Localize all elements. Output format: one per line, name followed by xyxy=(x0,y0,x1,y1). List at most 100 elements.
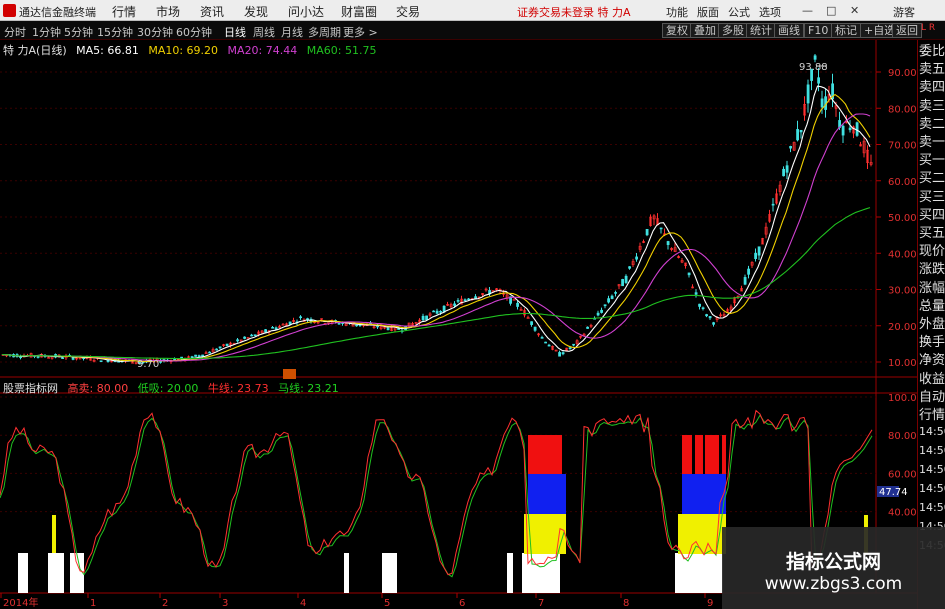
candle-body xyxy=(201,354,205,357)
candle-body xyxy=(841,125,845,136)
date-axis-tick: 8 xyxy=(623,598,629,609)
candle-body xyxy=(516,302,520,307)
sidebar-item[interactable]: 买四 xyxy=(919,208,945,223)
ma10-value: MA10: 69.20 xyxy=(148,44,219,57)
candle-body xyxy=(659,227,663,230)
sidebar-item[interactable]: 卖一 xyxy=(919,135,945,150)
candle-body xyxy=(712,322,716,325)
candle-body xyxy=(425,315,429,321)
sidebar-corner[interactable]: L R xyxy=(921,23,935,33)
candle-body xyxy=(197,355,201,357)
candle-body xyxy=(572,343,576,346)
sidebar-item[interactable]: 买三 xyxy=(919,190,945,205)
candle-body xyxy=(432,310,436,313)
indicator-name[interactable]: 股票指标网 xyxy=(3,382,58,395)
candle-body xyxy=(687,272,691,276)
signal-bar-white xyxy=(507,553,513,593)
sidebar-item[interactable]: 买一 xyxy=(919,153,945,168)
ma60-line xyxy=(1,207,871,360)
candle-body xyxy=(533,326,537,331)
candle-body xyxy=(99,360,103,363)
sidebar-item[interactable]: 总量 xyxy=(919,299,945,314)
candle-body xyxy=(61,357,65,359)
candle-body xyxy=(236,339,240,342)
signal-bar-white xyxy=(18,553,28,593)
candle-body xyxy=(243,336,247,339)
sidebar-item[interactable]: 买五 xyxy=(919,226,945,241)
candle-body xyxy=(771,203,775,206)
candle-body xyxy=(355,324,359,327)
candle-body xyxy=(603,304,607,307)
price-axis-tick: 90.00 xyxy=(888,68,917,79)
sidebar-item[interactable]: 收益 xyxy=(919,372,945,387)
candle-body xyxy=(754,252,758,259)
candle-body xyxy=(698,303,702,307)
sidebar-item[interactable]: 现价 xyxy=(919,244,945,259)
sidebar-time: 14:50 xyxy=(919,463,945,476)
sidebar-item[interactable]: 外盘 xyxy=(919,317,945,332)
candle-body xyxy=(813,55,817,60)
indicator-low-buy: 低吸: 20.00 xyxy=(137,382,199,395)
candle-body xyxy=(855,122,859,136)
candle-body xyxy=(215,348,219,351)
candle-body xyxy=(645,228,649,236)
event-marker-icon[interactable] xyxy=(283,369,296,379)
sidebar-item[interactable]: 卖五 xyxy=(919,62,945,77)
signal-bar-white xyxy=(382,553,397,593)
sidebar-item[interactable]: 买二 xyxy=(919,171,945,186)
candle-body xyxy=(624,275,628,283)
candle-body xyxy=(421,315,425,321)
signal-bar-blue xyxy=(528,474,566,514)
candle-body xyxy=(743,277,747,285)
sidebar-item[interactable]: 自动 xyxy=(919,390,945,405)
watermark: 指标公式网 www.zbgs3.com xyxy=(722,527,945,609)
signal-bar-red xyxy=(695,435,703,474)
candle-body xyxy=(264,329,268,333)
candle-body xyxy=(789,146,793,149)
candle-body xyxy=(607,298,611,303)
price-axis-tick: 10.00 xyxy=(888,358,917,369)
date-axis-tick: 2014年 xyxy=(3,596,38,609)
sidebar-item[interactable]: 换手 xyxy=(919,335,945,350)
signal-bar-red xyxy=(528,435,536,474)
price-axis-tick: 50.00 xyxy=(888,213,917,224)
candle-body xyxy=(628,266,632,269)
price-axis-tick: 30.00 xyxy=(888,286,917,297)
stock-label: 特 力A(日线) xyxy=(3,44,67,57)
sidebar-item[interactable]: 委比 xyxy=(919,44,945,59)
signal-bar-white xyxy=(70,553,84,593)
sidebar-item[interactable]: 卖四 xyxy=(919,80,945,95)
sidebar-time: 14:50 xyxy=(919,482,945,495)
candle-body xyxy=(666,241,670,245)
candle-body xyxy=(558,352,562,357)
watermark-url: www.zbgs3.com xyxy=(764,574,903,594)
indicator-high-sell: 高卖: 80.00 xyxy=(67,382,129,395)
candle-body xyxy=(218,346,222,349)
candle-body xyxy=(782,168,786,177)
candle-body xyxy=(757,246,761,256)
sidebar-item[interactable]: 涨幅 xyxy=(919,281,945,296)
candle-body xyxy=(225,343,229,347)
candle-body xyxy=(36,356,40,358)
date-axis-tick: 2 xyxy=(162,598,168,609)
sidebar-item[interactable]: 行情 xyxy=(919,408,945,423)
candle-body xyxy=(796,129,800,141)
sidebar-time: 14:50 xyxy=(919,425,945,438)
kline-chart-area[interactable]: 90.00 80.00 70.00 60.00 50.00 40.00 30.00 20.00… xyxy=(0,0,945,609)
candle-body xyxy=(467,298,471,301)
sidebar-item[interactable]: 卖二 xyxy=(919,117,945,132)
candle-body xyxy=(299,316,303,319)
candle-body xyxy=(463,299,467,301)
candle-body xyxy=(817,77,821,84)
signal-bar-white xyxy=(48,553,64,593)
signal-bar-red xyxy=(705,435,719,474)
signal-bar-white xyxy=(675,553,723,593)
sidebar-item[interactable]: 卖三 xyxy=(919,99,945,114)
candle-body xyxy=(194,354,198,357)
indicator-axis-tick: 60.00 xyxy=(888,469,917,480)
sidebar-item[interactable]: 涨跌 xyxy=(919,262,945,277)
sidebar-item[interactable]: 净资 xyxy=(919,353,945,368)
date-axis-tick: 4 xyxy=(300,598,306,609)
candle-body xyxy=(705,314,709,317)
date-axis-tick: 1 xyxy=(90,598,96,609)
